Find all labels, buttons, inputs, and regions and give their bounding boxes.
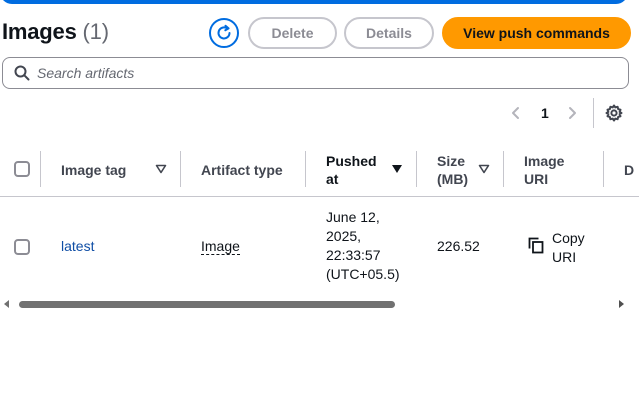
artifact-type-text: Image bbox=[201, 238, 240, 255]
row-checkbox[interactable] bbox=[14, 239, 30, 255]
sort-descending-icon[interactable] bbox=[391, 164, 403, 174]
column-header-truncated[interactable]: D bbox=[624, 161, 634, 179]
column-header-size[interactable]: Size (MB) bbox=[437, 152, 468, 188]
select-all-checkbox[interactable] bbox=[14, 161, 30, 177]
column-header-pushed-at-line1: Pushed bbox=[326, 153, 377, 169]
column-divider bbox=[180, 151, 181, 187]
page-title-text: Images bbox=[2, 19, 77, 44]
column-header-pushed-at[interactable]: Pushed at bbox=[326, 152, 377, 188]
copy-icon bbox=[528, 237, 544, 267]
previous-page-button[interactable] bbox=[510, 102, 522, 124]
column-divider bbox=[503, 151, 504, 187]
pushed-at-value: June 12, 2025, 22:33:57 (UTC+05.5) bbox=[326, 208, 400, 284]
copy-uri-button[interactable]: Copy URI bbox=[528, 229, 585, 267]
pushed-at-line: (UTC+05.5) bbox=[326, 266, 400, 282]
column-header-size-line1: Size bbox=[437, 153, 466, 169]
column-header-image-uri[interactable]: Image URI bbox=[524, 152, 564, 188]
view-push-commands-button[interactable]: View push commands bbox=[442, 17, 631, 49]
column-header-image-tag[interactable]: Image tag bbox=[61, 161, 126, 179]
delete-button[interactable]: Delete bbox=[248, 17, 337, 49]
image-tag-link[interactable]: latest bbox=[61, 237, 94, 256]
pushed-at-line: 22:33:57 bbox=[326, 247, 381, 263]
column-header-pushed-at-line2: at bbox=[326, 171, 339, 187]
page-title: Images (1) bbox=[2, 19, 109, 45]
pushed-at-line: June 12, bbox=[326, 209, 380, 225]
column-header-artifact-type[interactable]: Artifact type bbox=[201, 161, 283, 179]
refresh-button[interactable] bbox=[209, 18, 239, 48]
column-divider bbox=[416, 151, 417, 187]
column-header-image-uri-line1: Image bbox=[524, 153, 565, 169]
sort-icon[interactable] bbox=[155, 164, 167, 174]
column-header-image-uri-line2: URI bbox=[524, 171, 549, 187]
gear-icon bbox=[605, 104, 623, 122]
refresh-icon bbox=[217, 24, 231, 40]
details-button[interactable]: Details bbox=[344, 17, 434, 49]
preferences-button[interactable] bbox=[605, 102, 623, 124]
chevron-left-icon bbox=[512, 107, 519, 119]
top-accent-bar bbox=[0, 0, 628, 4]
copy-uri-label-line1: Copy bbox=[552, 230, 585, 246]
column-divider bbox=[305, 151, 306, 187]
pagination-divider bbox=[593, 98, 594, 128]
image-count: (1) bbox=[82, 19, 109, 44]
chevron-right-icon bbox=[569, 107, 576, 119]
column-header-size-line2: (MB) bbox=[437, 171, 469, 187]
page-number[interactable]: 1 bbox=[541, 102, 549, 124]
size-value: 226.52 bbox=[437, 238, 480, 254]
artifact-type-value[interactable]: Image bbox=[201, 237, 240, 256]
copy-uri-label-line2: URI bbox=[552, 249, 577, 265]
pushed-at-line: 2025, bbox=[326, 228, 362, 244]
column-divider bbox=[40, 151, 41, 187]
sort-icon[interactable] bbox=[478, 164, 490, 174]
scrollbar-thumb[interactable] bbox=[19, 301, 395, 308]
scroll-left-arrow-icon[interactable] bbox=[4, 300, 9, 308]
search-input[interactable] bbox=[37, 65, 597, 81]
column-divider bbox=[603, 151, 604, 187]
scroll-right-arrow-icon[interactable] bbox=[619, 300, 624, 308]
search-box[interactable] bbox=[2, 57, 629, 89]
row-divider bbox=[0, 196, 639, 197]
next-page-button[interactable] bbox=[566, 102, 578, 124]
search-icon bbox=[14, 65, 30, 81]
